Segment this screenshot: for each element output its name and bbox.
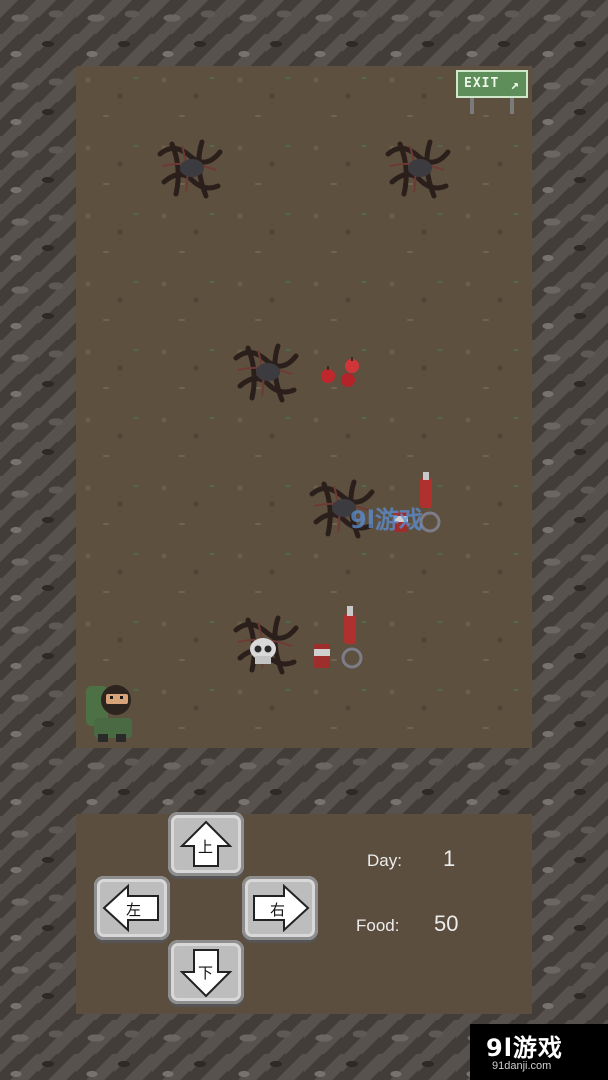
- skull-icon: [250, 638, 276, 664]
- soda-icon: [314, 606, 363, 669]
- down-button[interactable]: 下: [168, 940, 244, 1004]
- food-label: Food:: [356, 916, 400, 935]
- up-button-label: 上: [198, 838, 214, 856]
- down-button-label: 下: [198, 964, 214, 982]
- right-button[interactable]: 右: [242, 876, 318, 940]
- day-label: Day:: [367, 851, 402, 870]
- player-sprite: [86, 685, 132, 742]
- exit-arrow-icon: ↗: [510, 77, 520, 93]
- food-value: 50: [434, 911, 459, 936]
- apples-icon: [321, 357, 359, 387]
- watermark-url: 91danji.com: [492, 1060, 552, 1072]
- watermark-logo: 9l游戏: [486, 1034, 563, 1062]
- exit-sign-label: EXIT: [464, 76, 500, 91]
- left-button-label: 左: [126, 901, 142, 919]
- up-button[interactable]: 上: [168, 812, 244, 876]
- dungeon-floor: [76, 66, 532, 748]
- day-value: 1: [443, 846, 456, 871]
- bramble-icon: [157, 139, 223, 199]
- watermark-badge: 9l游戏 91danji.com: [470, 1024, 608, 1080]
- bramble-icon: [385, 139, 451, 199]
- exit-sign-icon: EXIT ↗: [456, 70, 528, 114]
- bramble-icon: [233, 343, 299, 403]
- watermark-overlay: 9l游戏: [350, 506, 423, 534]
- left-button[interactable]: 左: [94, 876, 170, 940]
- right-button-label: 右: [270, 901, 286, 919]
